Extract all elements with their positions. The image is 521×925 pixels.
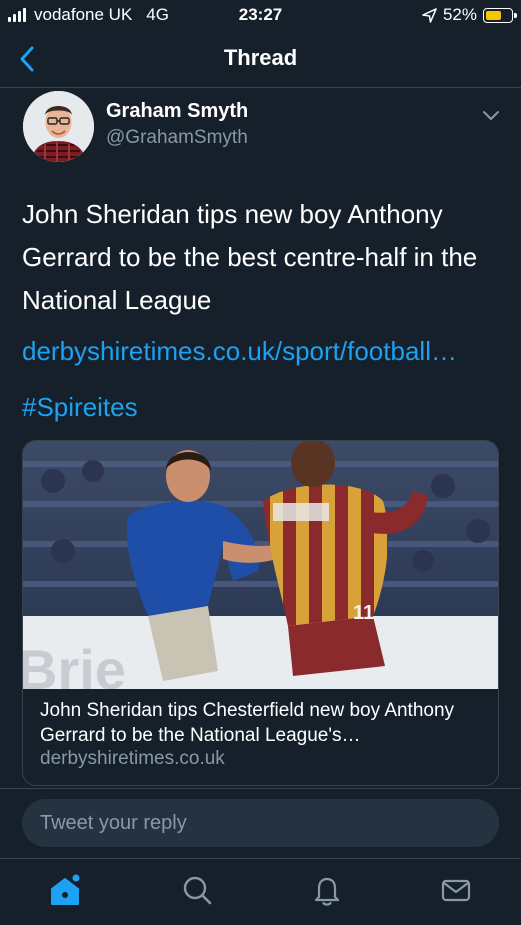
chevron-down-icon	[483, 111, 499, 120]
battery-icon	[483, 7, 517, 23]
tweet-hashtag[interactable]: #Spireites	[22, 392, 138, 423]
reply-input[interactable]	[22, 799, 499, 847]
tab-home[interactable]	[48, 873, 82, 907]
nav-bar: Thread	[0, 32, 521, 88]
avatar-photo	[23, 91, 94, 162]
notifications-icon	[314, 877, 340, 906]
tweet-text: John Sheridan tips new boy Anthony Gerra…	[22, 199, 478, 315]
thread-screen: vodafone UK 4G 23:27 52% Thread Graham S…	[0, 0, 521, 925]
tab-search[interactable]	[180, 873, 214, 907]
battery-nub	[514, 12, 517, 18]
reply-bar	[0, 788, 521, 858]
tweet-options-button[interactable]	[478, 104, 504, 126]
battery-percent: 52%	[442, 5, 477, 24]
card-image: Brie 11	[23, 441, 498, 689]
page-title: Thread	[223, 45, 298, 70]
tweet-link[interactable]: derbyshiretimes.co.uk/sport/football…	[22, 336, 502, 367]
tab-messages[interactable]	[439, 873, 473, 907]
search-icon	[183, 876, 212, 905]
home-icon	[51, 874, 80, 905]
tab-notifications[interactable]	[310, 873, 344, 907]
card-title: John Sheridan tips Chesterfield new boy …	[40, 700, 455, 746]
svg-text:11: 11	[353, 602, 374, 624]
battery-fill	[486, 10, 501, 20]
status-bar: vodafone UK 4G 23:27 52%	[0, 0, 521, 30]
status-right: 52%	[422, 5, 517, 25]
author-name[interactable]: Graham Smyth	[106, 100, 248, 123]
card-domain: derbyshiretimes.co.uk	[40, 748, 225, 769]
messages-icon	[441, 879, 471, 902]
advert-board-text: Brie	[23, 638, 126, 689]
avatar[interactable]	[23, 91, 94, 162]
link-preview-card[interactable]: Brie 11 John Sheridan tips Chesterfield …	[22, 440, 499, 786]
author-handle[interactable]: @GrahamSmyth	[106, 127, 248, 149]
location-arrow-icon	[422, 7, 437, 23]
tab-bar	[0, 858, 521, 925]
